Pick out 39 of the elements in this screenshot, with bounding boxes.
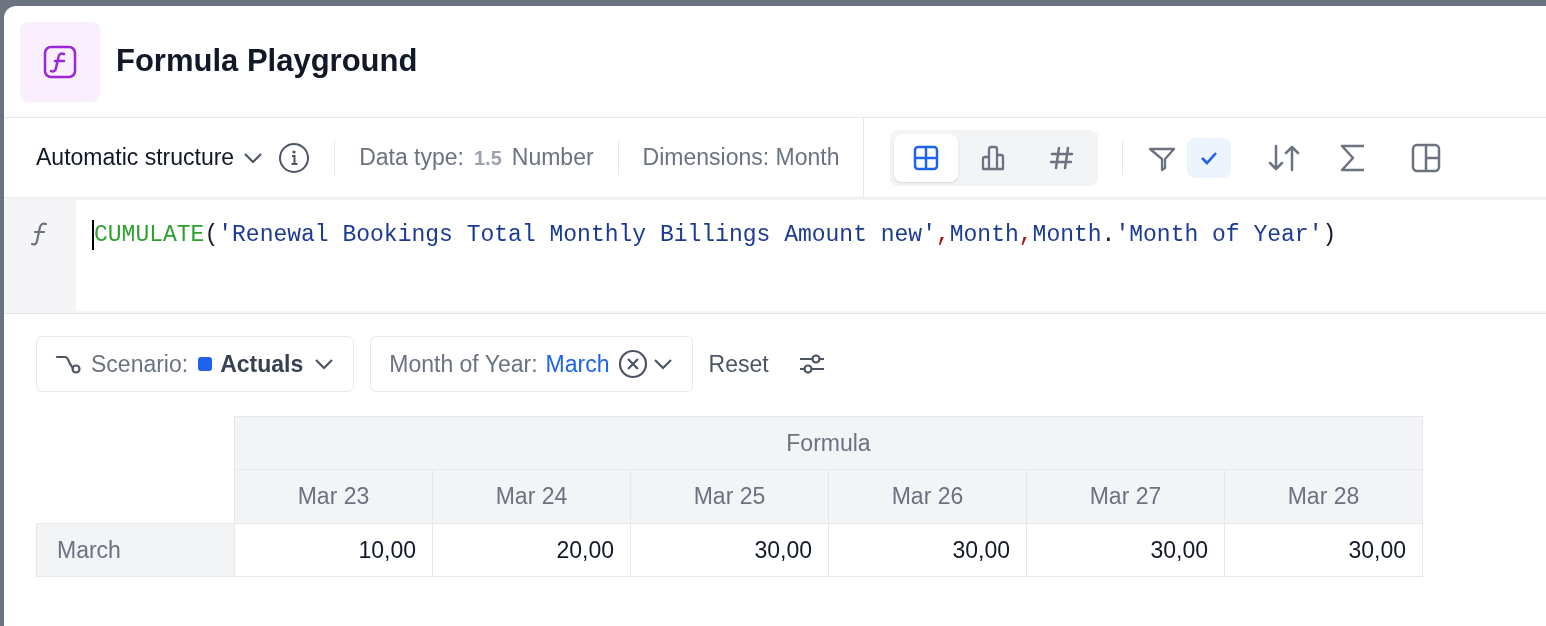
- window-title: Formula Playground: [116, 42, 418, 81]
- column-header: Mar 25: [630, 469, 829, 524]
- column-group-header: Formula: [234, 416, 1423, 470]
- table-cell: 30,00: [1224, 523, 1423, 577]
- table-cell: 20,00: [432, 523, 631, 577]
- clear-icon[interactable]: [617, 349, 648, 379]
- chevron-down-icon: [651, 357, 674, 371]
- grid-icon: [912, 143, 941, 172]
- reset-button[interactable]: Reset: [708, 346, 769, 382]
- number-format-label: 1.5: [474, 145, 502, 171]
- structure-dropdown[interactable]: Automatic structure: [36, 140, 265, 175]
- column-header: Mar 24: [432, 469, 631, 524]
- layout-icon[interactable]: [1411, 142, 1442, 173]
- row-header: March: [36, 523, 235, 577]
- formula-editor[interactable]: CUMULATE('Renewal Bookings Total Monthly Billings Amount new',Month,Month.'Month of Year'): [76, 200, 1546, 311]
- data-type-value: Number: [511, 143, 594, 173]
- info-icon[interactable]: [278, 141, 311, 174]
- table-cell: 10,00: [234, 523, 433, 577]
- data-type-label: Data type:: [359, 143, 464, 173]
- column-header: Mar 27: [1026, 469, 1225, 524]
- column-header: Mar 23: [234, 469, 433, 524]
- month-filter-dropdown[interactable]: Month of Year: March: [370, 336, 693, 392]
- table-cell: 30,00: [630, 523, 829, 577]
- table-cell: 30,00: [828, 523, 1027, 577]
- dimensions-label: Dimensions: Month: [642, 143, 840, 173]
- scenario-dropdown[interactable]: Scenario: Actuals: [36, 336, 355, 392]
- formula-text: CUMULATE('Renewal Bookings Total Monthly Billings Amount new',Month,Month.'Month of Year'): [92, 220, 1337, 250]
- table-cell: 30,00: [1026, 523, 1225, 577]
- chevron-down-icon: [313, 357, 336, 371]
- sort-icon[interactable]: [1267, 142, 1302, 173]
- column-header: Mar 28: [1224, 469, 1423, 524]
- function-icon: [30, 220, 50, 248]
- chevron-down-icon: [242, 150, 265, 165]
- table-view-tab[interactable]: [894, 133, 959, 182]
- formula-logo-icon: [20, 21, 100, 102]
- branch-icon: [55, 353, 83, 375]
- checkmark-icon: [1200, 150, 1219, 165]
- filter-checkbox[interactable]: [1187, 137, 1232, 178]
- column-header: Mar 26: [828, 469, 1027, 524]
